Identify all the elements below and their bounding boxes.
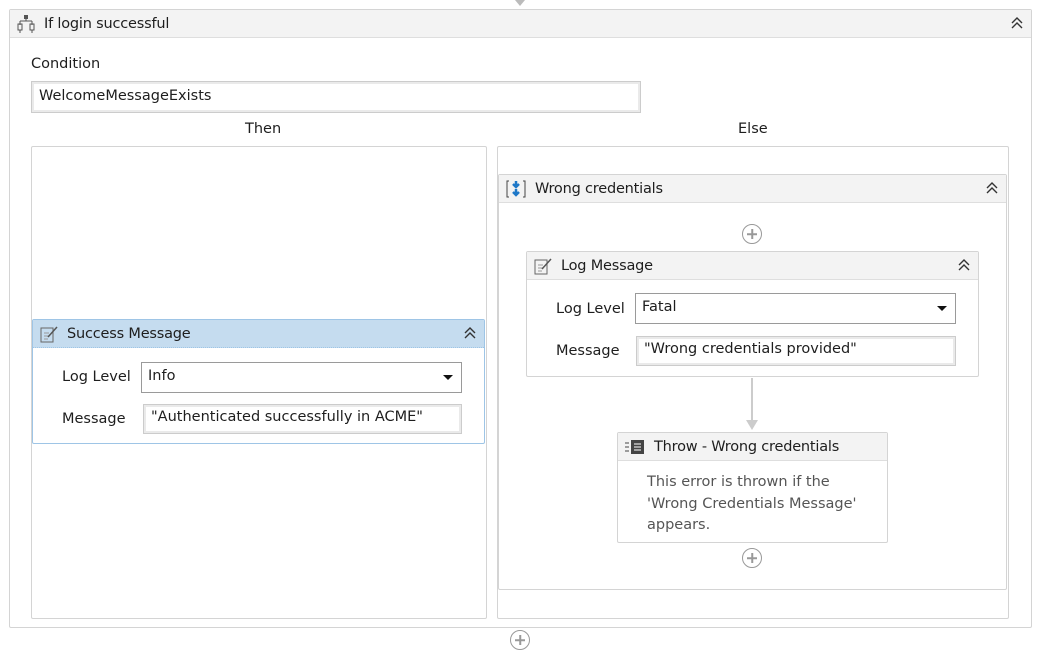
collapse-icon[interactable] (462, 325, 478, 341)
log-level-dropdown[interactable]: Info (141, 362, 462, 393)
then-label: Then (245, 121, 282, 137)
log-message-icon (534, 257, 552, 274)
add-activity-icon[interactable] (510, 630, 530, 650)
if-branch-icon (17, 14, 35, 33)
incoming-arrow-icon (515, 0, 525, 6)
dropdown-arrow-icon (937, 306, 947, 311)
throw-icon (625, 439, 644, 454)
log-message-title: Log Message (561, 257, 653, 274)
connector-arrow-icon (746, 378, 758, 430)
add-activity-icon[interactable] (742, 224, 762, 244)
throw-header[interactable]: Throw - Wrong credentials (618, 433, 887, 461)
collapse-icon[interactable] (984, 180, 1000, 196)
dropdown-arrow-icon (443, 375, 453, 380)
log-level-dropdown[interactable]: Fatal (635, 293, 956, 324)
if-activity-title: If login successful (44, 15, 170, 32)
log-level-label: Log Level (62, 369, 131, 385)
condition-input[interactable]: WelcomeMessageExists (31, 81, 641, 113)
else-label: Else (738, 121, 768, 137)
success-message-title: Success Message (67, 325, 191, 342)
collapse-icon[interactable] (1009, 15, 1025, 31)
throw-title: Throw - Wrong credentials (654, 438, 840, 455)
log-message-header[interactable]: Log Message (527, 252, 978, 280)
message-input[interactable]: "Wrong credentials provided" (636, 336, 956, 366)
throw-annotation: This error is thrown if the 'Wrong Crede… (647, 474, 857, 533)
collapse-icon[interactable] (956, 257, 972, 273)
success-message-header[interactable]: Success Message (33, 320, 484, 348)
throw-activity[interactable]: Throw - Wrong credentials This error is … (617, 432, 888, 543)
log-level-value: Fatal (642, 299, 677, 315)
message-label: Message (556, 343, 620, 359)
sequence-title: Wrong credentials (535, 180, 663, 197)
log-message-icon (40, 325, 58, 342)
add-activity-icon[interactable] (742, 548, 762, 568)
message-input[interactable]: "Authenticated successfully in ACME" (143, 404, 462, 434)
condition-label: Condition (31, 56, 101, 72)
if-activity-header[interactable]: If login successful (10, 10, 1031, 38)
message-label: Message (62, 411, 126, 427)
sequence-icon (506, 180, 526, 197)
log-level-label: Log Level (556, 301, 625, 317)
log-level-value: Info (148, 368, 176, 384)
sequence-header[interactable]: Wrong credentials (499, 175, 1006, 203)
